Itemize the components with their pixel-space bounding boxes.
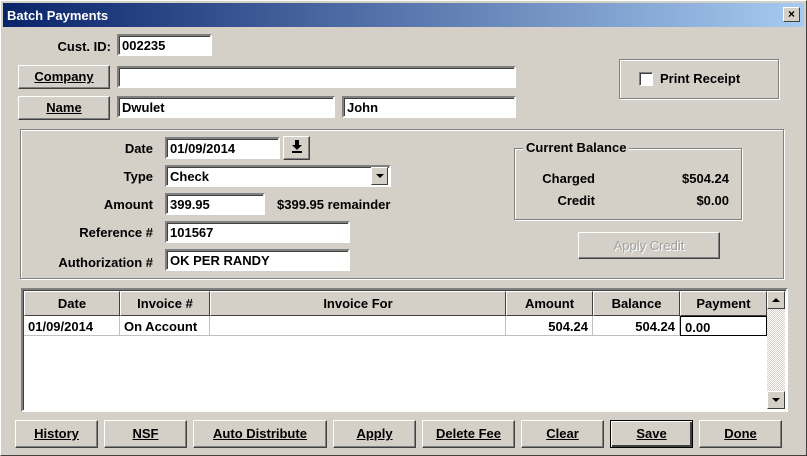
title-bar: Batch Payments × <box>3 3 804 27</box>
cell-invoice-for <box>210 316 506 336</box>
authorization-field[interactable]: OK PER RANDY <box>165 249 350 271</box>
download-arrow-icon <box>291 140 302 153</box>
column-header-date[interactable]: Date <box>24 291 120 316</box>
chevron-down-icon <box>772 398 780 402</box>
reference-label: Reference # <box>79 225 153 240</box>
close-button[interactable]: × <box>783 7 800 22</box>
window-title: Batch Payments <box>7 8 109 23</box>
done-button-label: Done <box>724 426 757 441</box>
column-header-invoice-for[interactable]: Invoice For <box>210 291 506 316</box>
type-select[interactable]: Check <box>165 165 391 187</box>
column-header-payment[interactable]: Payment <box>680 291 767 316</box>
remainder-text: $399.95 remainder <box>277 197 391 212</box>
authorization-label: Authorization # <box>58 255 153 270</box>
credit-value: $0.00 <box>696 193 729 208</box>
delete-fee-button[interactable]: Delete Fee <box>422 420 515 448</box>
company-button-label: Company <box>34 69 94 84</box>
chevron-up-icon <box>772 298 780 302</box>
nsf-button-label: NSF <box>132 426 159 441</box>
apply-button-label: Apply <box>356 426 393 441</box>
clear-button[interactable]: Clear <box>521 420 604 448</box>
batch-payments-window: Batch Payments × Cust. ID: 002235 Compan… <box>0 0 807 456</box>
nsf-button[interactable]: NSF <box>104 420 187 448</box>
amount-field[interactable]: 399.95 <box>165 193 265 215</box>
date-field[interactable]: 01/09/2014 <box>165 137 280 159</box>
first-name-field[interactable]: John <box>342 96 516 118</box>
vertical-scrollbar[interactable] <box>767 291 785 409</box>
column-header-amount[interactable]: Amount <box>506 291 593 316</box>
column-header-balance[interactable]: Balance <box>593 291 680 316</box>
invoice-table: Date Invoice # Invoice For Amount Balanc… <box>21 288 788 412</box>
name-button-label: Name <box>46 100 82 115</box>
delete-fee-button-label: Delete Fee <box>435 426 502 441</box>
cell-invoice: On Account <box>120 316 210 336</box>
type-dropdown-button[interactable] <box>371 167 388 185</box>
current-balance-title: Current Balance <box>523 140 630 155</box>
auto-distribute-button-label: Auto Distribute <box>213 426 307 441</box>
amount-label: Amount <box>103 197 153 212</box>
print-receipt-checkbox[interactable] <box>639 72 653 86</box>
cell-date: 01/09/2014 <box>24 316 120 336</box>
auto-distribute-button[interactable]: Auto Distribute <box>193 420 327 448</box>
cust-id-field[interactable]: 002235 <box>117 34 212 56</box>
credit-label: Credit <box>557 193 595 208</box>
company-field[interactable] <box>117 66 516 88</box>
payment-cell-editor[interactable]: 0.00 <box>680 316 767 336</box>
cell-amount: 504.24 <box>506 316 593 336</box>
save-button[interactable]: Save <box>610 420 693 448</box>
history-button[interactable]: History <box>15 420 98 448</box>
charged-value: $504.24 <box>682 171 729 186</box>
history-button-label: History <box>34 426 79 441</box>
cell-balance: 504.24 <box>593 316 680 336</box>
reference-field[interactable]: 101567 <box>165 221 350 243</box>
type-label: Type <box>123 169 153 184</box>
name-button[interactable]: Name <box>18 96 110 120</box>
scroll-up-button[interactable] <box>767 291 785 309</box>
company-button[interactable]: Company <box>18 65 110 89</box>
charged-label: Charged <box>542 171 595 186</box>
date-label: Date <box>124 141 153 156</box>
print-receipt-label: Print Receipt <box>660 71 741 86</box>
apply-credit-button[interactable]: Apply Credit <box>578 232 720 259</box>
scroll-down-button[interactable] <box>767 391 785 409</box>
last-name-field[interactable]: Dwulet <box>117 96 335 118</box>
type-value: Check <box>170 169 210 184</box>
save-button-label: Save <box>636 426 667 441</box>
cust-id-label: Cust. ID: <box>57 39 111 54</box>
apply-button[interactable]: Apply <box>333 420 416 448</box>
chevron-down-icon <box>375 174 384 178</box>
clear-button-label: Clear <box>546 426 579 441</box>
done-button[interactable]: Done <box>699 420 782 448</box>
column-header-invoice[interactable]: Invoice # <box>120 291 210 316</box>
date-picker-button[interactable] <box>283 136 310 160</box>
